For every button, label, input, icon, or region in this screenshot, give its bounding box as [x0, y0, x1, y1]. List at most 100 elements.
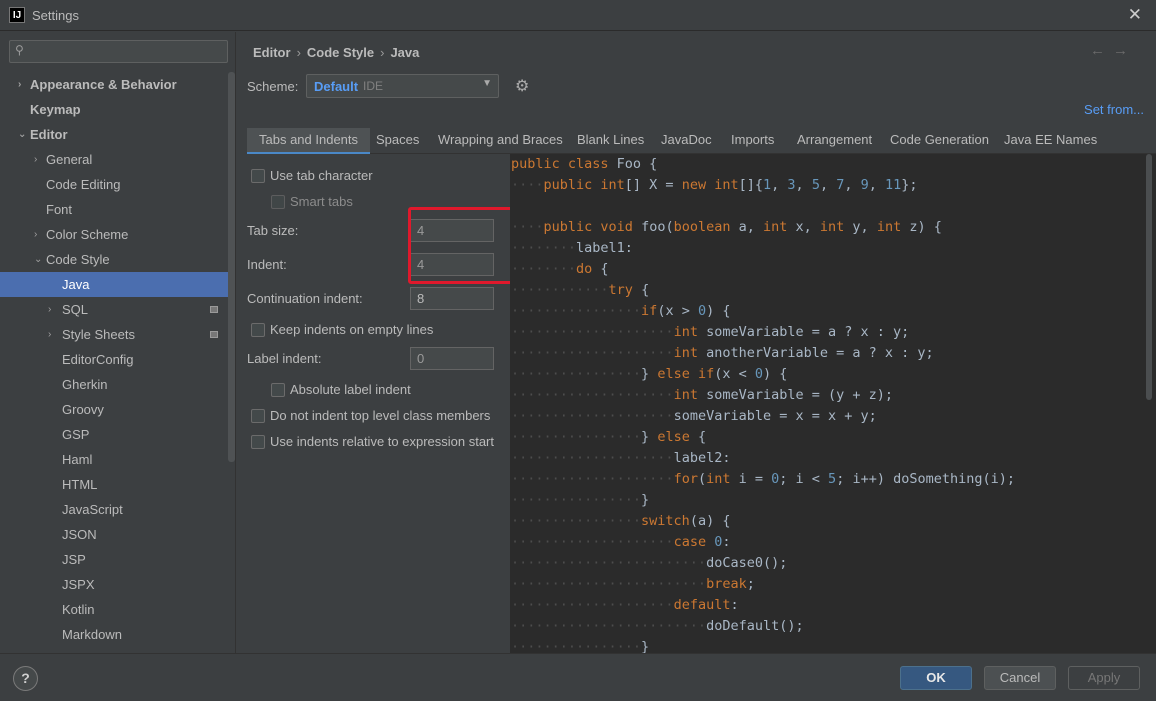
code-preview[interactable]: public class Foo {····public int[] X = n…	[510, 154, 1156, 653]
cancel-button[interactable]: Cancel	[984, 666, 1056, 690]
code-text: doDefault();	[706, 618, 804, 634]
set-from-link[interactable]: Set from...	[1084, 102, 1144, 117]
code-text: i =	[738, 471, 772, 487]
code-text: x,	[795, 219, 820, 235]
breadcrumb-editor[interactable]: Editor	[253, 45, 291, 60]
code-style-tabs: Tabs and Indents Spaces Wrapping and Brace…	[247, 128, 1156, 154]
sidebar-item-color-scheme[interactable]: › Color Scheme	[0, 222, 235, 247]
code-text: doCase0();	[706, 555, 788, 571]
code-text: (x >	[657, 303, 698, 319]
sidebar-item-kotlin[interactable]: Kotlin	[0, 597, 235, 622]
sidebar-item-code-style[interactable]: ⌄ Code Style	[0, 247, 235, 272]
code-keyword: else if	[657, 366, 715, 382]
sidebar-item-editorconfig[interactable]: EditorConfig	[0, 347, 235, 372]
sidebar-item-html[interactable]: HTML	[0, 472, 235, 497]
whitespace-dots: ························	[511, 576, 707, 592]
code-text: z) {	[909, 219, 942, 235]
sidebar-item-label: Keymap	[30, 102, 81, 117]
absolute-label-indent-checkbox[interactable]	[271, 383, 285, 397]
scheme-subtext: IDE	[363, 79, 384, 93]
use-tab-character-checkbox[interactable]	[251, 169, 265, 183]
forward-arrow-icon[interactable]: →	[1113, 42, 1136, 59]
tabs-indents-options: Use tab character Smart tabs Tab size: 4…	[247, 154, 514, 653]
code-keyword: try	[608, 282, 642, 298]
sidebar-item-json[interactable]: JSON	[0, 522, 235, 547]
sidebar-item-font[interactable]: Font	[0, 197, 235, 222]
sidebar-item-haml[interactable]: Haml	[0, 447, 235, 472]
chevron-down-icon[interactable]: ⌄	[34, 247, 42, 272]
sidebar-item-appearance-behavior[interactable]: › Appearance & Behavior	[0, 72, 235, 97]
code-line: ····················for(int i = 0; i < 5…	[511, 469, 1015, 490]
sidebar-item-label: Haml	[62, 452, 93, 467]
tab-wrapping-and-braces[interactable]: Wrapping and Braces	[426, 128, 575, 154]
help-icon[interactable]: ?	[13, 666, 38, 691]
close-icon[interactable]: ✕	[1128, 5, 1142, 25]
no-indent-top-level-checkbox[interactable]	[251, 409, 265, 423]
code-scrollbar[interactable]	[1146, 154, 1152, 400]
continuation-indent-field[interactable]: 8	[410, 287, 494, 310]
smart-tabs-checkbox[interactable]	[271, 195, 285, 209]
sidebar-item-code-editing[interactable]: Code Editing	[0, 172, 235, 197]
relative-expression-checkbox[interactable]	[251, 435, 265, 449]
code-line: public class Foo {	[511, 154, 657, 175]
sidebar-item-general[interactable]: › General	[0, 147, 235, 172]
tab-arrangement[interactable]: Arrangement	[785, 128, 884, 154]
tab-imports[interactable]: Imports	[719, 128, 786, 154]
project-scheme-icon	[210, 331, 218, 338]
sidebar-item-style-sheets[interactable]: › Style Sheets	[0, 322, 235, 347]
relative-expression-label: Use indents relative to expression start	[270, 434, 494, 449]
tab-spaces[interactable]: Spaces	[364, 128, 431, 154]
sidebar-item-label: Code Editing	[46, 177, 121, 192]
sidebar-item-javascript[interactable]: JavaScript	[0, 497, 235, 522]
sidebar-item-label: EditorConfig	[62, 352, 134, 367]
sidebar-item-label: Appearance & Behavior	[30, 77, 177, 92]
code-text: ,	[868, 177, 886, 193]
chevron-right-icon[interactable]: ›	[34, 222, 37, 247]
chevron-right-icon[interactable]: ›	[18, 72, 21, 97]
code-keyword: public int	[543, 177, 625, 193]
tab-code-generation[interactable]: Code Generation	[878, 128, 1001, 154]
red-highlight-box	[408, 207, 514, 284]
sidebar-item-jspx[interactable]: JSPX	[0, 572, 235, 597]
code-text: ,	[795, 177, 812, 193]
whitespace-dots: ················	[511, 303, 642, 319]
scheme-dropdown[interactable]: Default IDE ▼	[306, 74, 499, 98]
search-input[interactable]: ⚲	[9, 40, 228, 63]
whitespace-dots: ····················	[511, 597, 674, 613]
gear-icon[interactable]: ⚙	[515, 76, 529, 96]
back-arrow-icon[interactable]: ←	[1090, 42, 1113, 59]
label-indent-field[interactable]: 0	[410, 347, 494, 370]
chevron-down-icon[interactable]: ⌄	[18, 122, 26, 147]
sidebar-item-markdown[interactable]: Markdown	[0, 622, 235, 647]
sidebar-item-keymap[interactable]: Keymap	[0, 97, 235, 122]
code-text: {	[697, 429, 707, 445]
sidebar-item-gsp[interactable]: GSP	[0, 422, 235, 447]
sidebar-item-groovy[interactable]: Groovy	[0, 397, 235, 422]
code-line: ····public void foo(boolean a, int x, in…	[511, 217, 942, 238]
code-line: ····················case 0:	[511, 532, 730, 553]
tab-java-ee-names[interactable]: Java EE Names	[992, 128, 1109, 154]
chevron-right-icon[interactable]: ›	[34, 147, 37, 172]
breadcrumb-code-style[interactable]: Code Style	[307, 45, 374, 60]
tab-javadoc[interactable]: JavaDoc	[649, 128, 724, 154]
sidebar-item-editor[interactable]: ⌄ Editor	[0, 122, 235, 147]
sidebar-item-java[interactable]: Java	[0, 272, 235, 297]
whitespace-dots: ····	[511, 177, 544, 193]
code-text: y,	[852, 219, 877, 235]
indent-label: Indent:	[247, 257, 287, 272]
keep-indents-checkbox[interactable]	[251, 323, 265, 337]
apply-button[interactable]: Apply	[1068, 666, 1140, 690]
chevron-right-icon[interactable]: ›	[48, 297, 51, 322]
use-tab-character-label: Use tab character	[270, 168, 373, 183]
sidebar-item-gherkin[interactable]: Gherkin	[0, 372, 235, 397]
code-number: 5	[811, 177, 820, 193]
sidebar-item-jsp[interactable]: JSP	[0, 547, 235, 572]
sidebar-item-sql[interactable]: › SQL	[0, 297, 235, 322]
whitespace-dots: ········	[511, 240, 577, 256]
ok-button[interactable]: OK	[900, 666, 972, 690]
sidebar-scrollbar[interactable]	[228, 72, 235, 462]
tab-blank-lines[interactable]: Blank Lines	[565, 128, 656, 154]
sidebar-item-label: General	[46, 152, 93, 167]
chevron-right-icon[interactable]: ›	[48, 322, 51, 347]
tab-tabs-and-indents[interactable]: Tabs and Indents	[247, 128, 371, 154]
